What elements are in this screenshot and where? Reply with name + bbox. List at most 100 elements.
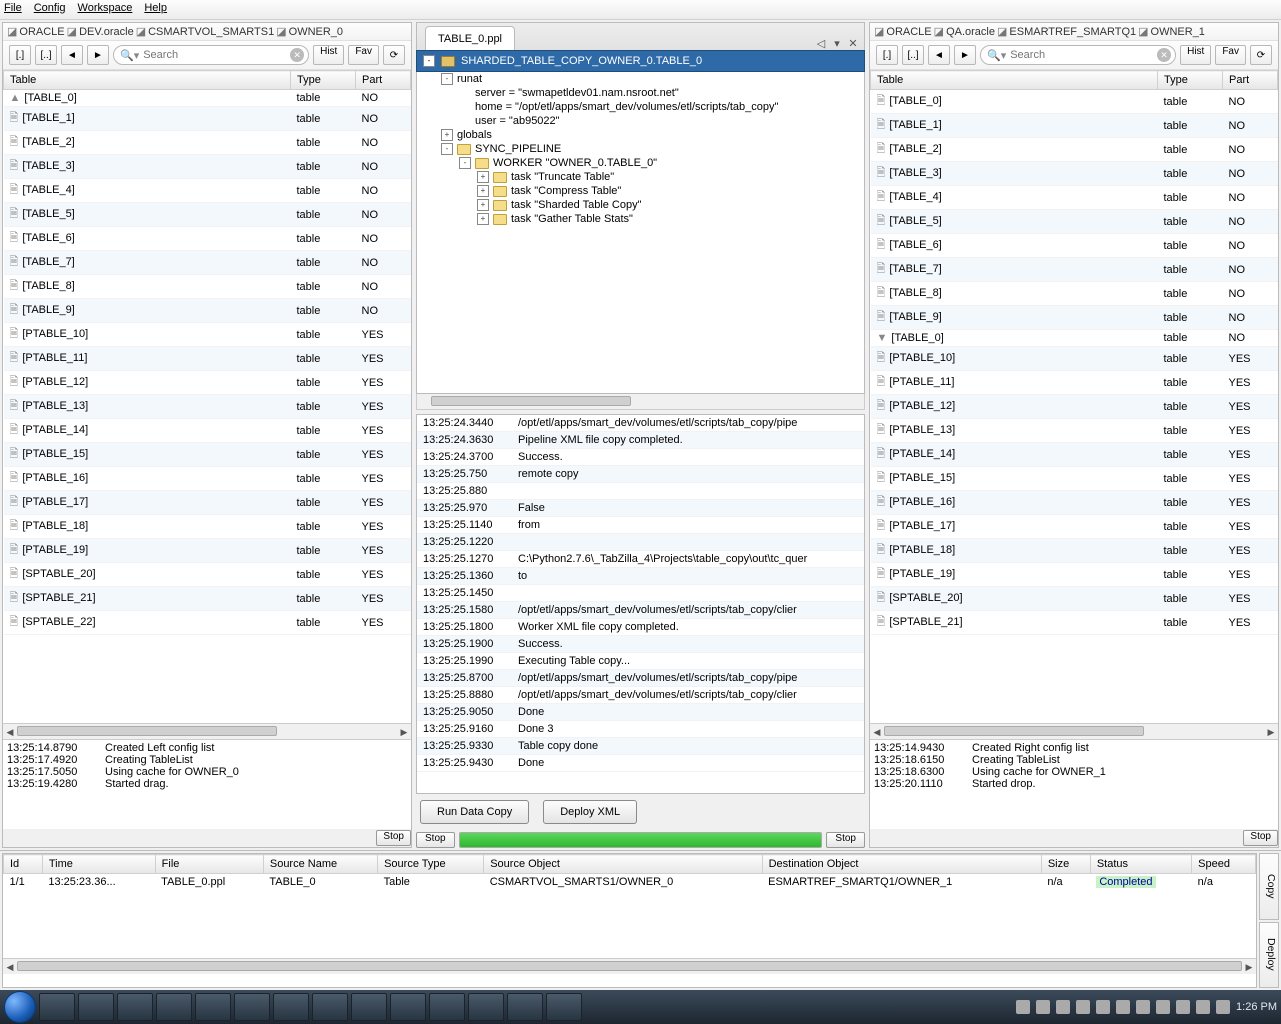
center-log[interactable]: 13:25:24.3440/opt/etl/apps/smart_dev/vol… <box>416 414 865 794</box>
tree-node[interactable]: server = "swmapetldev01.nam.nsroot.net" <box>417 86 864 100</box>
fav-button[interactable]: Fav <box>348 45 379 65</box>
table-row[interactable]: 🗎[TABLE_0]tableNO <box>871 90 1278 114</box>
table-row[interactable]: 🗎[TABLE_4]tableNO <box>4 179 411 203</box>
nav-back-button[interactable]: ◄ <box>928 45 950 65</box>
tree-node[interactable]: +task "Compress Table" <box>417 184 864 198</box>
breadcrumb-segment[interactable]: OWNER_0 <box>289 26 343 38</box>
breadcrumb-segment[interactable]: OWNER_1 <box>1151 26 1205 38</box>
breadcrumb-left[interactable]: ◪ORACLE◪DEV.oracle◪CSMARTVOL_SMARTS1◪OWN… <box>3 23 411 41</box>
table-row[interactable]: 🗎[TABLE_6]tableNO <box>871 234 1278 258</box>
table-row[interactable]: 🗎[PTABLE_11]tableYES <box>871 371 1278 395</box>
hscroll-left[interactable]: ◀▶ <box>3 723 411 739</box>
nav-forward-button[interactable]: ► <box>87 45 109 65</box>
hist-button[interactable]: Hist <box>313 45 344 65</box>
taskbar-icon[interactable] <box>234 993 270 1021</box>
brackets-current-button[interactable]: [.] <box>876 45 898 65</box>
col-header[interactable]: Source Object <box>484 855 762 874</box>
table-row[interactable]: 🗎[TABLE_5]tableNO <box>4 203 411 227</box>
deploy-xml-button[interactable]: Deploy XML <box>543 800 637 824</box>
breadcrumb-segment[interactable]: QA.oracle <box>946 26 995 38</box>
tab-active[interactable]: TABLE_0.ppl <box>425 26 515 50</box>
table-row[interactable]: 🗎[TABLE_1]tableNO <box>4 107 411 131</box>
fav-button[interactable]: Fav <box>1215 45 1246 65</box>
hist-button[interactable]: Hist <box>1180 45 1211 65</box>
col-header[interactable]: Source Name <box>263 855 377 874</box>
brackets-up-button[interactable]: [..] <box>902 45 924 65</box>
taskbar-icon[interactable] <box>195 993 231 1021</box>
table-row[interactable]: 🗎[TABLE_4]tableNO <box>871 186 1278 210</box>
tree-node[interactable]: -runat <box>417 72 864 86</box>
table-row[interactable]: 🗎[PTABLE_18]tableYES <box>4 515 411 539</box>
table-row[interactable]: 🗎[TABLE_1]tableNO <box>871 114 1278 138</box>
table-row[interactable]: 🗎[TABLE_8]tableNO <box>4 275 411 299</box>
table-row[interactable]: 🗎[PTABLE_19]tableYES <box>871 563 1278 587</box>
tree-pane[interactable]: -runatserver = "swmapetldev01.nam.nsroot… <box>416 72 865 394</box>
breadcrumb-segment[interactable]: ORACLE <box>886 26 931 38</box>
table-row[interactable]: 🗎[PTABLE_15]tableYES <box>871 467 1278 491</box>
side-tab-deploy[interactable]: Deploy <box>1259 922 1279 989</box>
breadcrumb-segment[interactable]: CSMARTVOL_SMARTS1 <box>148 26 274 38</box>
table-row[interactable]: 🗎[PTABLE_16]tableYES <box>4 467 411 491</box>
table-row[interactable]: 🗎[PTABLE_13]tableYES <box>4 395 411 419</box>
table-row[interactable]: 🗎[SPTABLE_21]tableYES <box>871 611 1278 635</box>
col-table[interactable]: Table <box>4 71 291 90</box>
taskbar-icon[interactable] <box>390 993 426 1021</box>
bottom-hscroll[interactable]: ◀▶ <box>3 958 1256 974</box>
left-table[interactable]: Table Type Part ▲[TABLE_0]tableNO🗎[TABLE… <box>3 70 411 723</box>
table-row[interactable]: 🗎[TABLE_5]tableNO <box>871 210 1278 234</box>
table-row[interactable]: 🗎[TABLE_9]tableNO <box>4 299 411 323</box>
table-row[interactable]: 🗎[SPTABLE_22]tableYES <box>4 611 411 635</box>
nav-forward-button[interactable]: ► <box>954 45 976 65</box>
tree-node[interactable]: +task "Gather Table Stats" <box>417 212 864 226</box>
taskbar-icon[interactable] <box>39 993 75 1021</box>
tab-close-icon[interactable]: ✕ <box>846 37 860 50</box>
taskbar-icon[interactable] <box>351 993 387 1021</box>
taskbar-icon[interactable] <box>468 993 504 1021</box>
brackets-up-button[interactable]: [..] <box>35 45 57 65</box>
col-type[interactable]: Type <box>1158 71 1223 90</box>
tab-dropdown-icon[interactable]: ▾ <box>830 37 844 50</box>
table-row[interactable]: 🗎[PTABLE_19]tableYES <box>4 539 411 563</box>
table-row[interactable]: 🗎[TABLE_7]tableNO <box>871 258 1278 282</box>
search-field[interactable]: 🔍▾ ✕ <box>113 45 309 65</box>
search-field[interactable]: 🔍▾ ✕ <box>980 45 1176 65</box>
table-row[interactable]: 🗎[PTABLE_16]tableYES <box>871 491 1278 515</box>
table-row[interactable]: 🗎[SPTABLE_20]tableYES <box>871 587 1278 611</box>
table-row[interactable]: 🗎[TABLE_3]tableNO <box>871 162 1278 186</box>
menu-workspace[interactable]: Workspace <box>78 2 133 17</box>
refresh-button[interactable]: ⟳ <box>383 45 405 65</box>
breadcrumb-segment[interactable]: DEV.oracle <box>79 26 134 38</box>
clear-search-icon[interactable]: ✕ <box>1157 48 1171 62</box>
taskbar[interactable]: 1:26 PM <box>0 990 1281 1024</box>
tree-node[interactable]: -SYNC_PIPELINE <box>417 142 864 156</box>
refresh-button[interactable]: ⟳ <box>1250 45 1272 65</box>
table-row[interactable]: 🗎[PTABLE_14]tableYES <box>871 443 1278 467</box>
table-row[interactable]: 🗎[PTABLE_17]tableYES <box>871 515 1278 539</box>
col-header[interactable]: Destination Object <box>762 855 1041 874</box>
col-type[interactable]: Type <box>291 71 356 90</box>
col-header[interactable]: Id <box>4 855 43 874</box>
job-row[interactable]: 1/113:25:23.36...TABLE_0.pplTABLE_0Table… <box>4 874 1256 891</box>
center-stop-left-button[interactable]: Stop <box>416 832 455 848</box>
col-header[interactable]: Speed <box>1192 855 1256 874</box>
nav-back-button[interactable]: ◄ <box>61 45 83 65</box>
table-row[interactable]: 🗎[TABLE_3]tableNO <box>4 155 411 179</box>
table-row[interactable]: 🗎[TABLE_8]tableNO <box>871 282 1278 306</box>
tab-prev-icon[interactable]: ◁ <box>814 37 828 50</box>
col-part[interactable]: Part <box>1223 71 1278 90</box>
search-input[interactable] <box>143 49 290 61</box>
tree-node[interactable]: -WORKER "OWNER_0.TABLE_0" <box>417 156 864 170</box>
table-row[interactable]: 🗎[PTABLE_10]tableYES <box>4 323 411 347</box>
breadcrumb-right[interactable]: ◪ORACLE◪QA.oracle◪ESMARTREF_SMARTQ1◪OWNE… <box>870 23 1278 41</box>
taskbar-icon[interactable] <box>546 993 582 1021</box>
clear-search-icon[interactable]: ✕ <box>290 48 304 62</box>
table-row[interactable]: 🗎[TABLE_7]tableNO <box>4 251 411 275</box>
table-row[interactable]: 🗎[PTABLE_10]tableYES <box>871 347 1278 371</box>
run-data-copy-button[interactable]: Run Data Copy <box>420 800 529 824</box>
system-tray[interactable]: 1:26 PM <box>1016 1000 1277 1014</box>
clock[interactable]: 1:26 PM <box>1236 1001 1277 1013</box>
right-table[interactable]: Table Type Part 🗎[TABLE_0]tableNO🗎[TABLE… <box>870 70 1278 723</box>
taskbar-icon[interactable] <box>78 993 114 1021</box>
menu-config[interactable]: Config <box>34 2 66 17</box>
tree-node[interactable]: +task "Sharded Table Copy" <box>417 198 864 212</box>
